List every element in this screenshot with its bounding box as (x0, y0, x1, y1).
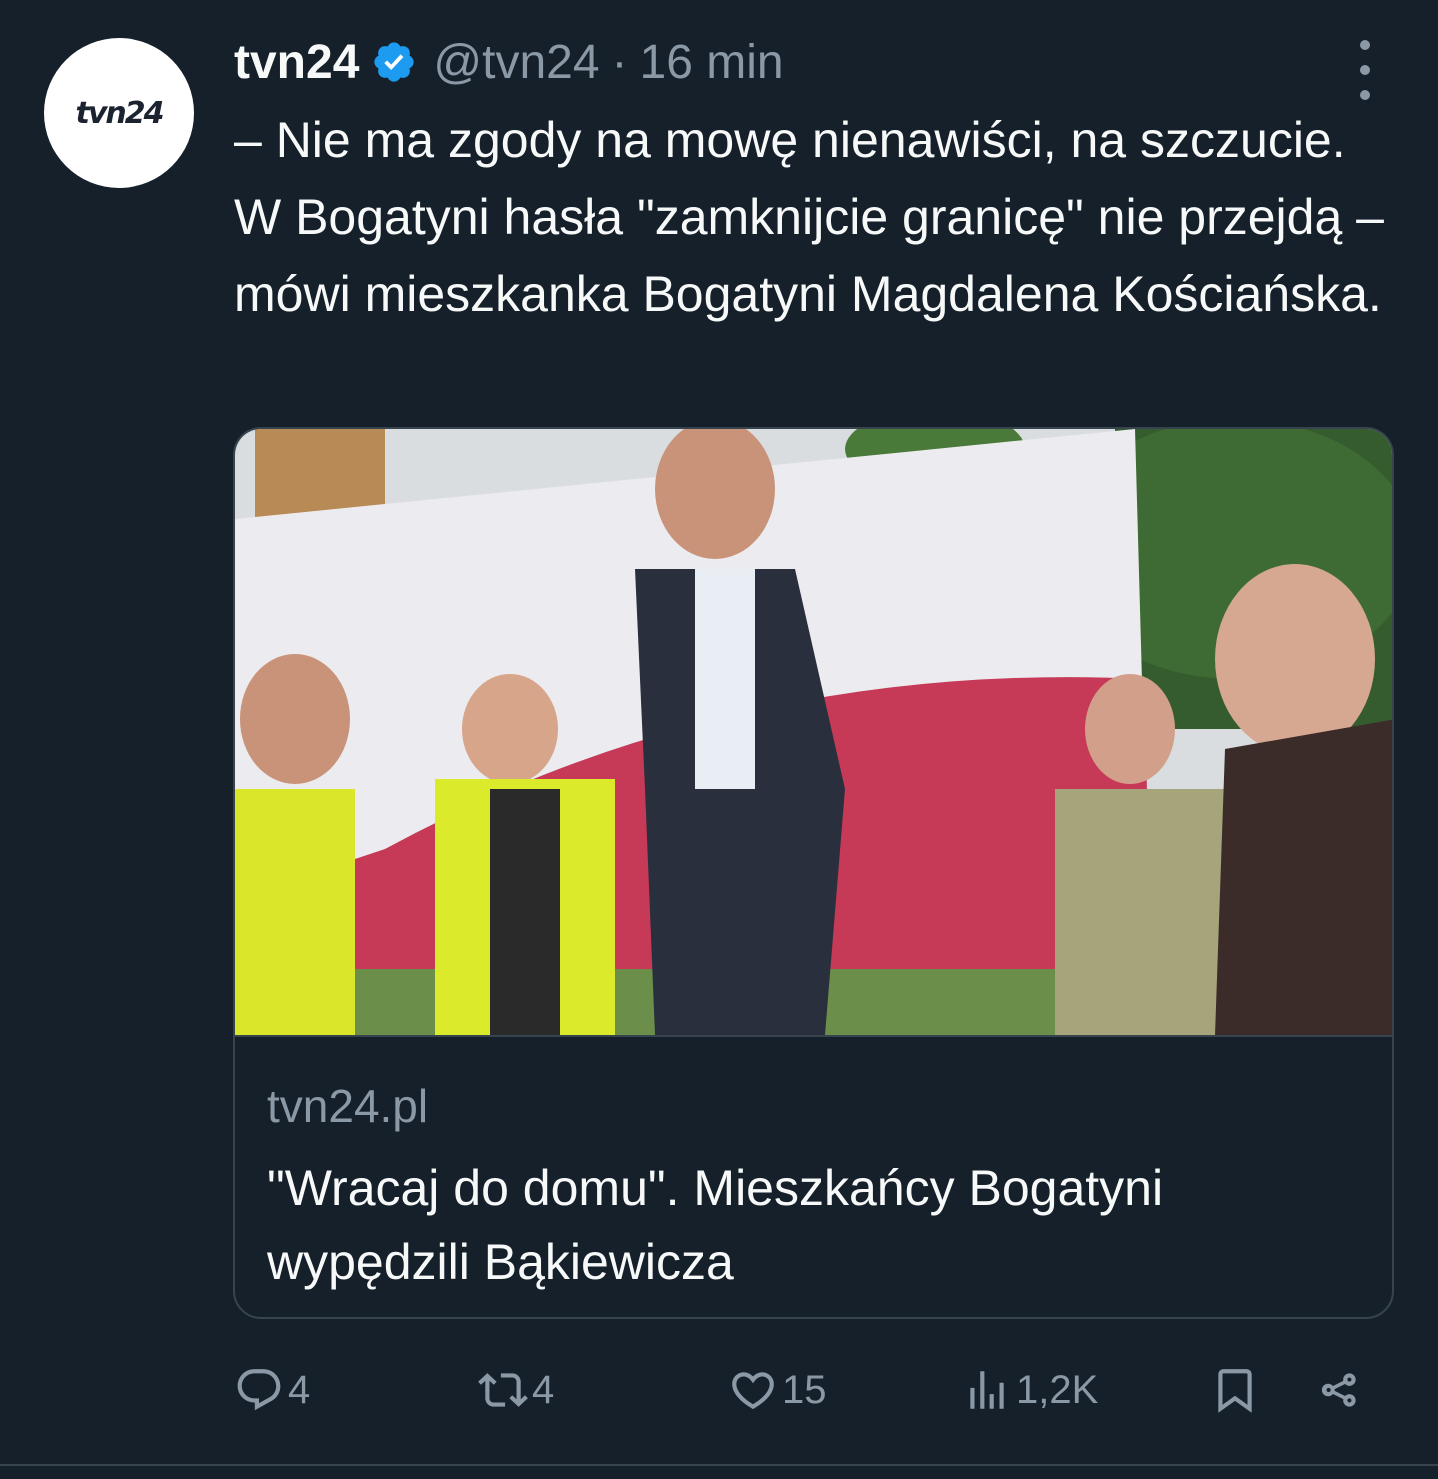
tweet-header: tvn24 @tvn24 · 16 min (234, 30, 784, 94)
bookmark-icon (1218, 1369, 1252, 1413)
like-count: 15 (782, 1367, 827, 1412)
card-photo[interactable] (235, 429, 1394, 1035)
card-domain: tvn24.pl (267, 1080, 429, 1132)
views-icon (970, 1371, 1004, 1409)
verified-badge-icon (374, 42, 415, 82)
handle[interactable]: @tvn24 (433, 35, 599, 90)
tweet-text: – Nie ma zgody na mowę nienawiści, na sz… (234, 112, 1384, 322)
views-count: 1,2K (1016, 1367, 1099, 1412)
heart-icon (732, 1372, 774, 1410)
share-button[interactable] (1314, 1355, 1368, 1425)
action-bar: 4 4 15 1,2K (0, 1355, 1438, 1425)
more-options-icon[interactable] (1340, 40, 1390, 100)
avatar[interactable]: tvn24 (44, 38, 194, 188)
more-dot (1360, 40, 1370, 50)
more-dot (1360, 90, 1370, 100)
timestamp[interactable]: 16 min (640, 35, 784, 90)
share-icon (1321, 1373, 1356, 1407)
repost-button[interactable]: 4 (478, 1355, 554, 1425)
repost-count: 4 (532, 1367, 555, 1412)
reply-count: 4 (288, 1367, 311, 1412)
bottom-divider (0, 1464, 1438, 1466)
link-card[interactable]: tvn24.pl "Wracaj do domu". Mieszkańcy Bo… (233, 427, 1394, 1319)
card-divider (235, 1035, 1392, 1037)
more-dot (1360, 65, 1370, 75)
display-name[interactable]: tvn24 (234, 35, 359, 90)
views-button[interactable]: 1,2K (962, 1355, 1098, 1425)
reply-icon (237, 1369, 281, 1411)
tvn24-logo: tvn24 (75, 95, 164, 131)
reply-button[interactable]: 4 (234, 1355, 310, 1425)
tweet: tvn24 tvn24 @tvn24 · 16 min – Nie ma zgo… (0, 0, 1438, 1479)
like-button[interactable]: 15 (728, 1355, 827, 1425)
separator-dot: · (611, 35, 628, 89)
repost-icon (478, 1373, 528, 1407)
bookmark-button[interactable] (1210, 1355, 1264, 1425)
card-title: "Wracaj do domu". Mieszkańcy Bogatyni wy… (267, 1160, 1164, 1290)
